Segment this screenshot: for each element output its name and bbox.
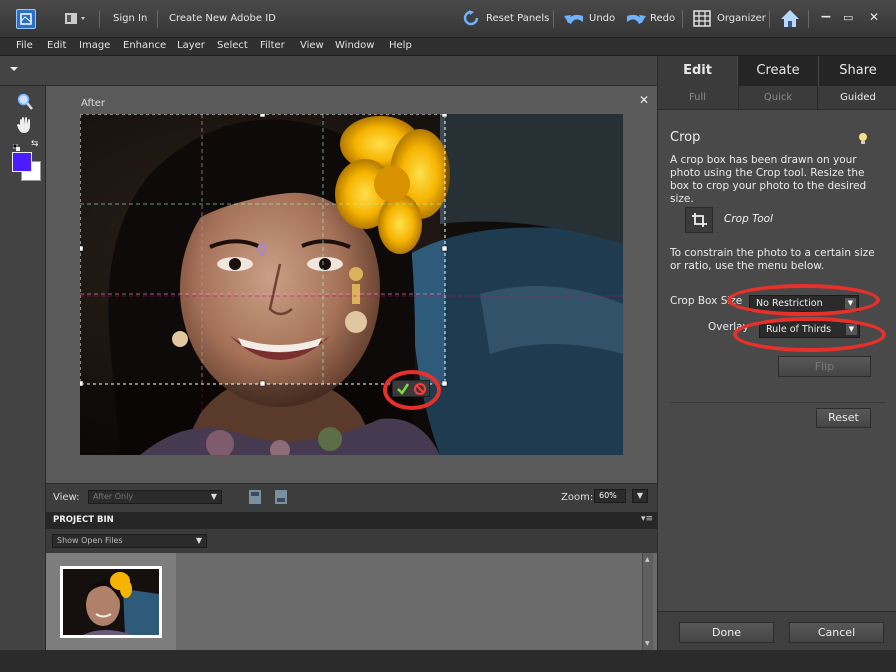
project-bin-area: ▲ ▼ <box>46 553 657 650</box>
undo-icon <box>563 10 585 29</box>
menu-select[interactable]: Select <box>217 40 248 51</box>
subtab-quick[interactable]: Quick <box>738 86 818 110</box>
tab-share[interactable]: Share <box>819 56 896 86</box>
thumbnail-cell[interactable] <box>46 553 176 650</box>
reset-panels-icon <box>463 9 479 30</box>
chevron-down-icon: ▼ <box>195 536 203 545</box>
tools-panel: ⇆ <box>0 86 46 650</box>
menu-image[interactable]: Image <box>79 40 110 51</box>
redo-label: Redo <box>650 13 676 24</box>
crop-tool-button[interactable] <box>685 207 713 233</box>
menu-enhance[interactable]: Enhance <box>123 40 166 51</box>
project-bin-header: PROJECT BIN ▾≡ <box>46 512 657 529</box>
reset-button[interactable]: Reset <box>816 408 871 428</box>
crop-tool-label: Crop Tool <box>724 213 773 225</box>
tab-create[interactable]: Create <box>738 56 818 86</box>
workspace-layout-icon[interactable] <box>64 12 90 26</box>
show-files-dropdown[interactable]: Show Open Files ▼ <box>52 534 207 548</box>
organizer-icon <box>693 10 711 30</box>
redo-icon <box>625 10 647 29</box>
menu-layer[interactable]: Layer <box>177 40 205 51</box>
constrain-description: To constrain the photo to a certain size… <box>670 247 875 272</box>
sign-in-link[interactable]: Sign In <box>113 13 147 24</box>
view-bar: View: After Only ▼ Zoom: 60% ▼ <box>46 483 657 512</box>
organizer-button[interactable]: Organizer <box>693 9 766 30</box>
crop-tool-icon <box>692 213 707 231</box>
photo-thumbnail[interactable] <box>60 566 162 638</box>
done-button[interactable]: Done <box>679 622 774 643</box>
menu-edit[interactable]: Edit <box>47 40 66 51</box>
close-window-button[interactable]: ✕ <box>869 10 879 24</box>
menu-help[interactable]: Help <box>389 40 412 51</box>
zoom-field[interactable]: 60% <box>594 489 626 503</box>
app-window: Sign In Create New Adobe ID Reset Panels… <box>0 0 896 672</box>
default-colors-icon[interactable] <box>12 141 20 151</box>
menu-bar: File Edit Image Enhance Layer Select Fil… <box>0 38 896 56</box>
zoom-value: 60% <box>599 491 617 500</box>
app-logo-icon <box>16 9 36 29</box>
show-files-value: Show Open Files <box>57 536 123 545</box>
view-label: View: <box>53 492 80 503</box>
zoom-label: Zoom: <box>561 492 594 503</box>
project-bin-toolbar: Show Open Files ▼ <box>46 529 657 553</box>
crop-description: A crop box has been drawn on your photo … <box>670 154 867 205</box>
highlight-ring-overlay <box>733 317 886 352</box>
chevron-down-icon: ▼ <box>210 492 218 501</box>
zoom-dropdown-button[interactable]: ▼ <box>632 489 648 503</box>
cancel-button[interactable]: Cancel <box>789 622 884 643</box>
foreground-color-swatch[interactable] <box>12 152 32 172</box>
tab-edit[interactable]: Edit <box>658 56 737 86</box>
close-document-button[interactable]: ✕ <box>639 93 649 107</box>
undo-button[interactable]: Undo <box>563 9 617 29</box>
create-adobe-id-link[interactable]: Create New Adobe ID <box>169 13 276 24</box>
panel-heading: Crop <box>670 130 701 145</box>
menu-view[interactable]: View <box>300 40 324 51</box>
minimize-button[interactable]: − <box>820 9 832 25</box>
project-bin-title: PROJECT BIN <box>53 515 114 525</box>
hand-icon[interactable] <box>16 116 34 137</box>
organizer-label: Organizer <box>717 13 766 24</box>
photo-canvas[interactable] <box>80 114 623 455</box>
view-dropdown-value: After Only <box>93 492 134 501</box>
restore-button[interactable]: ▭ <box>843 11 853 24</box>
options-collapse-arrow-icon[interactable] <box>10 67 18 71</box>
menu-file[interactable]: File <box>16 40 33 51</box>
layout-documents-icon[interactable] <box>274 489 288 508</box>
flip-button[interactable]: Flip <box>778 356 871 377</box>
zoom-icon[interactable] <box>17 93 33 114</box>
reset-panels-label: Reset Panels <box>486 13 550 24</box>
menu-filter[interactable]: Filter <box>260 40 285 51</box>
home-icon[interactable] <box>780 9 800 31</box>
reset-panels-button[interactable]: Reset Panels <box>463 9 550 30</box>
redo-button[interactable]: Redo <box>625 9 675 29</box>
right-panel: Edit Create Share Full Quick Guided Crop… <box>657 56 896 650</box>
undo-label: Undo <box>589 13 616 24</box>
arrange-documents-icon[interactable] <box>248 489 262 508</box>
view-dropdown[interactable]: After Only ▼ <box>88 490 222 504</box>
portrait-photo-image <box>80 114 623 455</box>
bin-scrollbar[interactable]: ▲ ▼ <box>642 553 653 650</box>
menu-window[interactable]: Window <box>335 40 374 51</box>
highlight-ring-commit <box>383 370 441 410</box>
highlight-ring-crop-size <box>727 284 880 316</box>
subtab-full[interactable]: Full <box>658 86 737 110</box>
status-bar <box>0 650 896 672</box>
panel-menu-icon[interactable]: ▾≡ <box>641 514 653 524</box>
subtab-guided[interactable]: Guided <box>819 86 896 110</box>
tool-options-strip <box>0 56 657 86</box>
title-bar: Sign In Create New Adobe ID Reset Panels… <box>0 0 896 38</box>
document-title: After <box>81 98 106 109</box>
lightbulb-icon[interactable] <box>858 132 868 149</box>
swap-colors-icon[interactable]: ⇆ <box>31 139 39 149</box>
